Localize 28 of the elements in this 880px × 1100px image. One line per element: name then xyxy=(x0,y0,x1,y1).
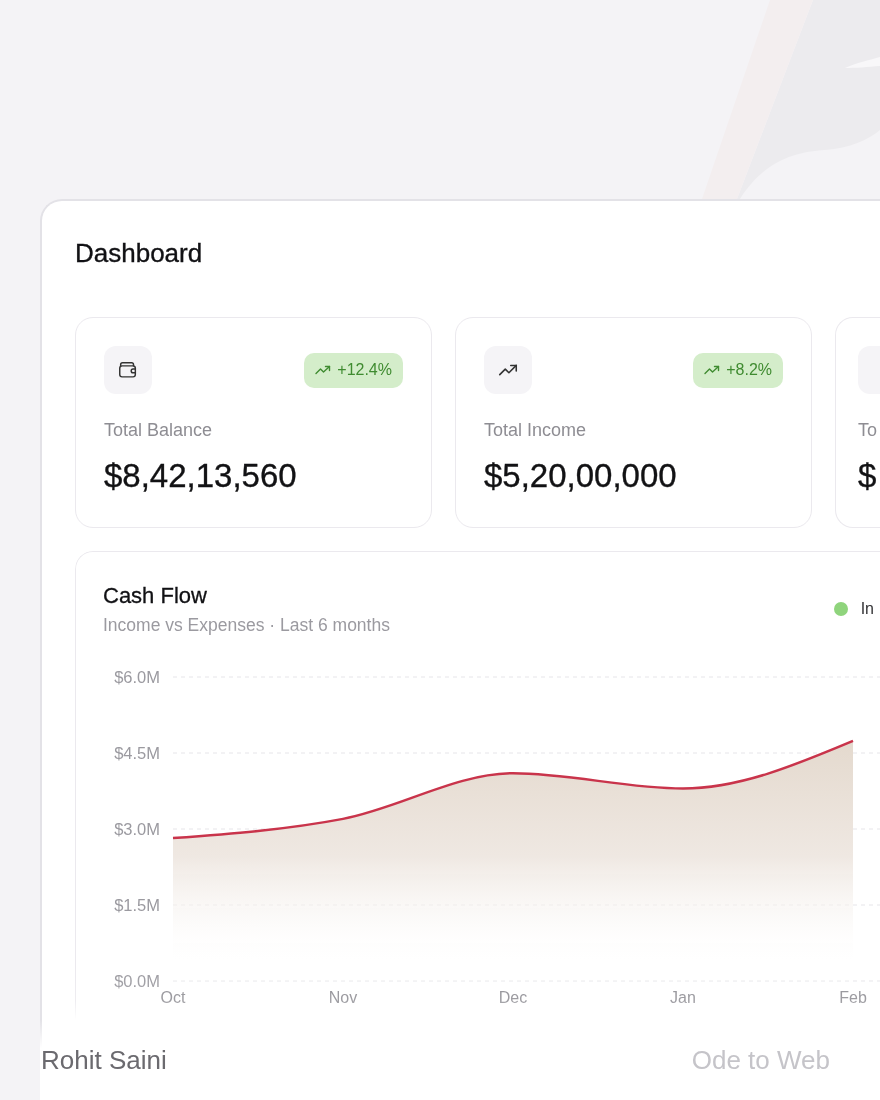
trend-up-icon xyxy=(704,365,721,375)
stat-value: $ xyxy=(858,456,877,496)
legend-label: In xyxy=(860,600,874,618)
page-title: Dashboard xyxy=(75,237,203,269)
x-axis-label: Nov xyxy=(328,989,358,1006)
stat-label: To xyxy=(858,419,877,441)
card-subtitle: Income vs Expenses · Last 6 months xyxy=(103,614,390,636)
author-name: Rohit Saini xyxy=(41,1044,167,1076)
trend-up-icon xyxy=(484,346,532,394)
x-axis-label: Oct xyxy=(160,989,186,1006)
y-axis-label: $4.5M xyxy=(114,744,160,762)
change-value: +12.4% xyxy=(337,361,392,379)
card-title: Cash Flow xyxy=(103,582,207,610)
change-value: +8.2% xyxy=(726,361,772,379)
x-axis-label: Jan xyxy=(670,989,696,1006)
y-axis-label: $1.5M xyxy=(114,896,160,914)
y-axis-label: $0.0M xyxy=(114,972,160,990)
stat-label: Total Balance xyxy=(104,419,213,441)
y-axis-label: $6.0M xyxy=(114,668,160,686)
stat-value: $8,42,13,560 xyxy=(104,456,297,496)
trend-up-icon xyxy=(315,365,332,375)
y-axis-label: $3.0M xyxy=(114,820,160,838)
x-axis-label: Dec xyxy=(498,989,528,1006)
brand-name: Ode to Web xyxy=(691,1044,830,1076)
stat-value: $5,20,00,000 xyxy=(484,456,677,496)
x-axis-label: Feb xyxy=(839,989,867,1006)
stat-label: Total Income xyxy=(484,419,587,441)
wallet-icon xyxy=(104,346,152,394)
